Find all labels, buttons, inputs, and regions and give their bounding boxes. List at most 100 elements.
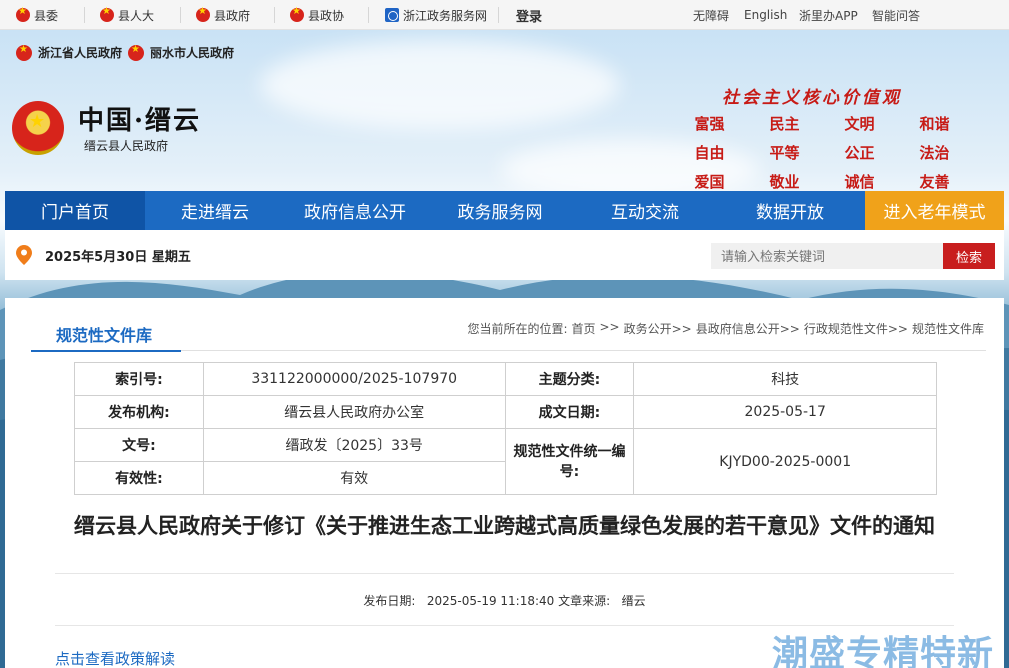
search-input[interactable] [711,243,944,269]
validity-value: 有效 [202,461,506,495]
zheliban-app-link[interactable]: 浙里办APP [799,0,858,30]
table-row: 索引号: 331122000000/2025-107970 主题分类: 科技 [74,362,937,396]
core-values-grid: 富强 民主 文明 和谐 自由 平等 公正 法治 爱国 敬业 诚信 友善 [672,113,972,192]
core-value: 文明 [844,115,875,133]
top-bar: 县委 县人大 县政府 县政协 浙江政务服务网 登录 无障碍 English 浙里… [0,0,1009,30]
topic-label: 主题分类: [504,362,635,396]
login-link[interactable]: 登录 [516,0,542,30]
divider [181,350,986,351]
accessibility-link[interactable]: 无障碍 [693,0,729,30]
core-value: 敬业 [769,173,800,191]
english-link[interactable]: English [744,0,787,30]
link-zhejiang-service[interactable]: 浙江政务服务网 [385,0,487,30]
breadcrumb-normative-docs[interactable]: 行政规范性文件>> [804,320,908,337]
national-emblem-icon [196,6,210,22]
link-label: 县政协 [308,8,345,23]
core-value: 富强 [694,115,725,133]
table-row: 文号: 缙政发〔2025〕33号 规范性文件统一编号: KJYD00-2025-… [74,428,937,495]
org-label: 发布机构: [74,395,204,429]
national-emblem-icon [128,44,145,61]
source-value: 缙云 [621,594,646,608]
validity-label: 有效性: [74,461,204,495]
province-gov-link[interactable]: 浙江省人民政府 [38,44,122,61]
section-title[interactable]: 规范性文件库 [31,316,181,352]
divider [180,7,181,23]
document-meta-table: 索引号: 331122000000/2025-107970 主题分类: 科技 发… [74,362,937,495]
city-gov-link[interactable]: 丽水市人民政府 [150,44,234,61]
breadcrumb-gov-affairs[interactable]: 政务公开>> [624,320,692,337]
nav-gov-service[interactable]: 政务服务网 [425,191,575,230]
nav-elderly-mode[interactable]: 进入老年模式 [865,191,1004,230]
breadcrumb-current[interactable]: 规范性文件库 [912,320,984,337]
party-emblem-icon [16,6,30,22]
unified-no-value: KJYD00-2025-0001 [633,428,937,495]
divider [498,7,499,23]
org-value: 缙云县人民政府办公室 [202,395,506,429]
link-label: 县政府 [214,8,251,23]
breadcrumb: 您当前所在的位置: 首页 >> 政务公开>> 县政府信息公开>> 行政规范性文件… [467,320,984,337]
nav-about-jinyun[interactable]: 走进缙云 [145,191,285,230]
link-county-congress[interactable]: 县人大 [100,0,154,30]
current-date: 2025年5月30日 星期五 [45,250,191,265]
national-emblem-icon [100,6,114,22]
cppcc-emblem-icon [290,6,304,22]
link-label: 浙江政务服务网 [403,8,488,23]
breadcrumb-prefix: 您当前所在的位置: [467,322,568,336]
core-value: 和谐 [919,115,950,133]
unified-no-label: 规范性文件统一编号: [504,428,635,495]
content-panel: 规范性文件库 您当前所在的位置: 首页 >> 政务公开>> 县政府信息公开>> … [5,298,1004,668]
breadcrumb-gov-info[interactable]: 县政府信息公开>> [696,320,800,337]
search-button[interactable]: 检索 [943,243,995,269]
divider [55,573,954,574]
docno-label: 文号: [74,428,204,462]
source-label: 文章来源: [558,594,611,608]
core-value: 爱国 [694,173,725,191]
watermark: 潮盛专精特新 [772,634,995,668]
index-value: 331122000000/2025-107970 [202,362,506,396]
nav-gov-info[interactable]: 政府信息公开 [285,191,425,230]
core-value: 法治 [919,144,950,162]
national-emblem-logo-icon [12,101,64,155]
breadcrumb-separator: >> [599,320,620,334]
policy-interpretation-link[interactable]: 点击查看政策解读 [55,648,175,668]
link-county-government[interactable]: 县政府 [196,0,250,30]
divider [84,7,85,23]
core-value: 民主 [769,115,800,133]
link-county-cppcc[interactable]: 县政协 [290,0,344,30]
site-subtitle: 缙云县人民政府 [84,139,169,153]
info-bar: 2025年5月30日 星期五 检索 [5,230,1004,280]
link-label: 县委 [34,8,59,23]
table-row: 发布机构: 缙云县人民政府办公室 成文日期: 2025-05-17 [74,395,937,429]
smart-qa-link[interactable]: 智能问答 [872,0,920,30]
core-value: 平等 [769,144,800,162]
date-label: 成文日期: [504,395,635,429]
main-nav: 门户首页 走进缙云 政府信息公开 政务服务网 互动交流 数据开放 进入老年模式 [5,191,1004,230]
core-value: 公正 [844,144,875,162]
nav-open-data[interactable]: 数据开放 [715,191,865,230]
index-label: 索引号: [74,362,204,396]
document-title: 缙云县人民政府关于修订《关于推进生态工业跨越式高质量绿色发展的若干意见》文件的通… [74,514,935,538]
gov-links: 浙江省人民政府 丽水市人民政府 [16,44,234,61]
divider [274,7,275,23]
core-value: 自由 [694,144,725,162]
cloud [260,40,620,130]
national-emblem-icon [16,44,32,61]
core-values-title: 社会主义核心价值观 [722,88,902,108]
core-value: 友善 [919,173,950,191]
docno-value: 缙政发〔2025〕33号 [202,428,506,462]
zhejiang-service-icon [385,8,399,22]
topic-value: 科技 [633,362,937,396]
breadcrumb-home[interactable]: 首页 [571,320,595,337]
nav-home[interactable]: 门户首页 [5,191,145,230]
publish-date-label: 发布日期: [363,594,416,608]
core-value: 诚信 [844,173,875,191]
date-value: 2025-05-17 [633,395,937,429]
divider [368,7,369,23]
location-pin-icon [16,245,32,265]
publish-info: 发布日期: 2025-05-19 11:18:40 文章来源: 缙云 [5,592,1004,609]
nav-interaction[interactable]: 互动交流 [575,191,715,230]
site-title[interactable]: 中国·缙云 [78,100,201,137]
link-county-committee[interactable]: 县委 [16,0,58,30]
link-label: 县人大 [118,8,155,23]
publish-date-value: 2025-05-19 11:18:40 [426,594,555,608]
